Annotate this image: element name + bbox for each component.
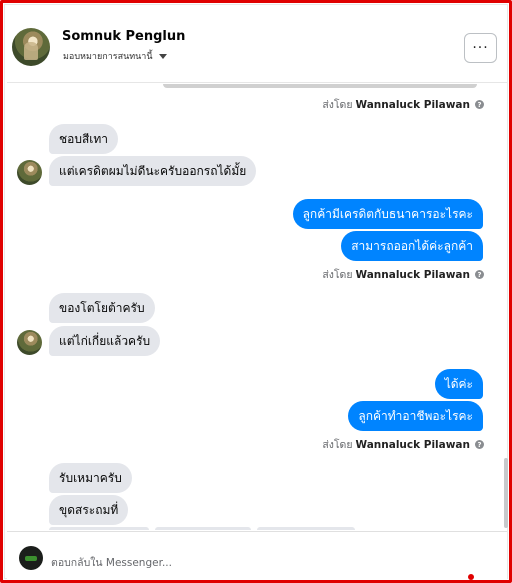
more-icon: ···	[472, 40, 489, 56]
message-thread[interactable]: ส่งโดย Wannaluck Pilawan ? ชอบสีเทา แต่เ…	[7, 84, 507, 530]
caret-down-icon	[158, 53, 167, 59]
contact-avatar[interactable]	[12, 28, 50, 66]
app-window: Somnuk Penglun มอบหมายการสนทนานี้ ··· ส่…	[0, 0, 512, 583]
incoming-message-partial	[257, 527, 355, 530]
outgoing-message[interactable]: ได้ค่ะ	[434, 369, 483, 399]
assign-conversation-dropdown[interactable]: มอบหมายการสนทนานี้	[63, 49, 167, 63]
outgoing-message[interactable]: สามารถออกได้ค่ะลูกค้า	[341, 231, 483, 261]
incoming-message[interactable]: ของโตโยต้าครับ	[49, 293, 155, 323]
sent-by-label: ส่งโดย Wannaluck Pilawan ?	[322, 436, 484, 453]
sent-by-label: ส่งโดย Wannaluck Pilawan ?	[322, 266, 484, 283]
reply-input[interactable]: ตอบกลับใน Messenger...	[51, 554, 172, 571]
contact-avatar-small	[17, 330, 42, 355]
incoming-message[interactable]: แต่เครดิตผมไม่ดีนะครับออกรถได้มั้ย	[49, 156, 257, 186]
info-icon[interactable]: ?	[475, 270, 484, 279]
sent-by-prefix: ส่งโดย	[322, 269, 353, 281]
more-options-button[interactable]: ···	[464, 33, 497, 63]
sent-by-prefix: ส่งโดย	[322, 99, 353, 111]
conversation-header: Somnuk Penglun มอบหมายการสนทนานี้ ···	[7, 7, 507, 83]
sender-name: Wannaluck Pilawan	[355, 438, 470, 451]
sender-name: Wannaluck Pilawan	[355, 268, 470, 281]
outgoing-message[interactable]: ลูกค้ามีเครดิตกับธนาคารอะไรคะ	[292, 199, 483, 229]
incoming-message[interactable]: ชอบสีเทา	[49, 124, 119, 154]
outgoing-message[interactable]: ลูกค้าทำอาชีพอะไรคะ	[348, 401, 483, 431]
annotation-dot	[468, 574, 474, 580]
assign-label: มอบหมายการสนทนานี้	[63, 52, 153, 62]
sent-by-label: ส่งโดย Wannaluck Pilawan ?	[322, 96, 484, 113]
page-avatar	[19, 546, 43, 570]
sender-name: Wannaluck Pilawan	[355, 98, 470, 111]
incoming-message-partial	[49, 527, 149, 530]
thread-scrollbar[interactable]	[504, 458, 508, 528]
contact-avatar-small	[17, 160, 42, 185]
reply-composer: ตอบกลับใน Messenger...	[7, 531, 507, 580]
info-icon[interactable]: ?	[475, 100, 484, 109]
incoming-message[interactable]: แต่ไก่เกี่ยแล้วครับ	[49, 326, 161, 356]
image-attachment-partial[interactable]	[163, 84, 477, 88]
incoming-message-partial	[155, 527, 251, 530]
incoming-message[interactable]: รับเหมาครับ	[49, 463, 132, 493]
incoming-message[interactable]: ขุดสระถมที่	[49, 495, 129, 525]
sent-by-prefix: ส่งโดย	[322, 439, 353, 451]
contact-name[interactable]: Somnuk Penglun	[62, 29, 185, 44]
info-icon[interactable]: ?	[475, 440, 484, 449]
